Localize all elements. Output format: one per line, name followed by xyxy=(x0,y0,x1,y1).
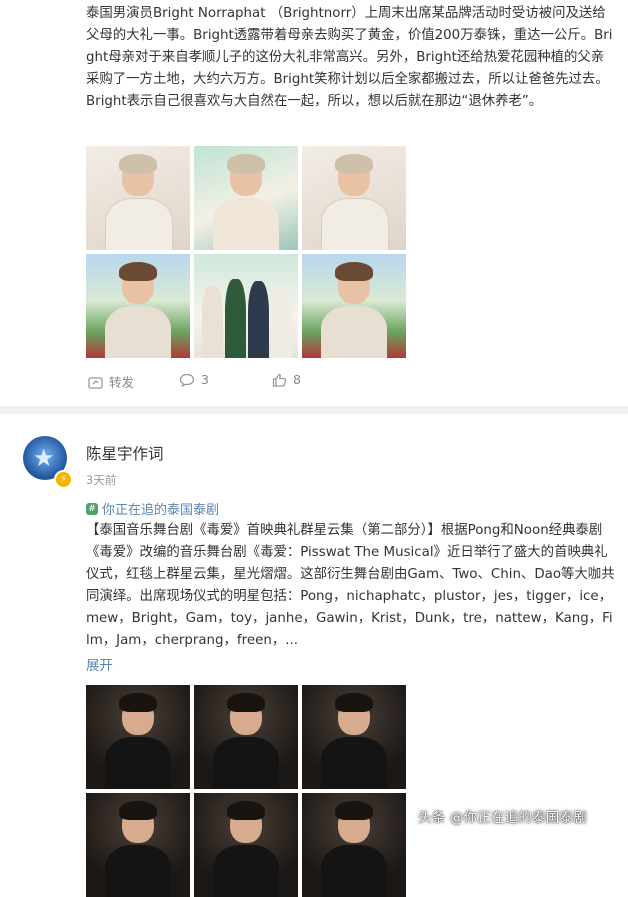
post2-photo-4[interactable] xyxy=(86,793,190,897)
post2-photo-6[interactable] xyxy=(302,793,406,897)
post2-body-text: 【泰国音乐舞台剧《毒爱》首映典礼群星云集（第二部分）】根据Pong和Noon经典… xyxy=(86,523,615,648)
post1-body-text: 泰国男演员Bright Norraphat （Brightnorr）上周末出席某… xyxy=(86,6,613,109)
star-icon: ★ xyxy=(33,444,55,472)
post2-photo-1[interactable] xyxy=(86,685,190,789)
like-button[interactable]: 8 xyxy=(272,372,301,387)
thumbs-up-icon xyxy=(272,373,287,387)
expand-link[interactable]: 展开 xyxy=(86,654,113,674)
post2-photo-2[interactable] xyxy=(194,685,298,789)
topic-link[interactable]: # 你正在追的泰国泰剧 xyxy=(86,499,219,518)
post2-photo-grid xyxy=(86,685,406,897)
post2-photo-3[interactable] xyxy=(302,685,406,789)
comment-icon xyxy=(179,373,195,387)
verified-badge-icon: ⚡ xyxy=(54,470,73,489)
post1-photo-1[interactable] xyxy=(86,146,190,250)
post1-photo-6[interactable] xyxy=(302,254,406,358)
topic-label: 你正在追的泰国泰剧 xyxy=(102,503,220,518)
post-timestamp: 3天前 xyxy=(86,473,117,487)
watermark-text: 头条 @你正在追的泰国泰剧 xyxy=(418,810,587,826)
repost-label: 转发 xyxy=(109,375,135,390)
post1-photo-3[interactable] xyxy=(302,146,406,250)
post-divider xyxy=(0,406,628,414)
author-name[interactable]: 陈星宇作词 xyxy=(86,442,164,464)
post1-photo-5[interactable] xyxy=(194,254,298,358)
post1-photo-4[interactable] xyxy=(86,254,190,358)
post1-action-bar: 转发 3 8 xyxy=(86,372,416,392)
hashtag-icon: # xyxy=(86,502,98,515)
comment-button[interactable]: 3 xyxy=(179,372,209,387)
repost-icon xyxy=(88,376,103,389)
post2-photo-5[interactable] xyxy=(194,793,298,897)
comment-count: 3 xyxy=(201,372,209,387)
post1-photo-2[interactable] xyxy=(194,146,298,250)
repost-button[interactable]: 转发 xyxy=(88,372,134,391)
post1-photo-grid xyxy=(86,146,406,358)
like-count: 8 xyxy=(293,372,301,387)
